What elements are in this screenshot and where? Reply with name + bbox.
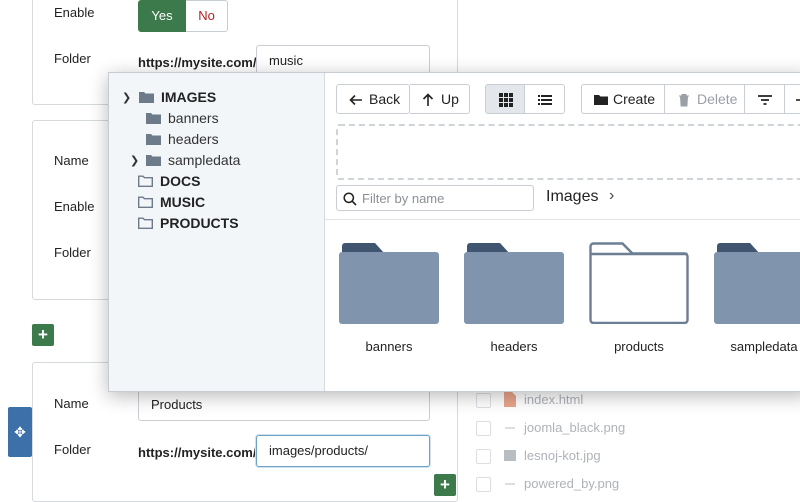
folder-name: headers — [490, 339, 538, 354]
breadcrumb[interactable]: Images — [546, 188, 598, 206]
enable-label: Enable — [54, 5, 95, 20]
folder-icon — [146, 134, 161, 145]
folder-icon — [139, 92, 154, 103]
file-name: lesnoj-kot.jpg — [524, 448, 601, 463]
enable-label: Enable — [54, 199, 95, 214]
html-file-icon — [504, 392, 516, 407]
file-checkbox[interactable] — [476, 393, 491, 408]
no-button[interactable]: No — [186, 0, 228, 32]
chevron-right-icon: › — [609, 187, 615, 204]
grid-icon — [499, 93, 513, 107]
folder-icon[interactable] — [339, 242, 439, 324]
back-button[interactable]: Back — [336, 84, 410, 114]
folder-tree: ❯ IMAGES banners headers ❯ sampledata DO… — [109, 73, 325, 391]
filter-icon — [758, 95, 772, 105]
media-manager-dialog: ❯ IMAGES banners headers ❯ sampledata DO… — [108, 72, 800, 392]
add-button[interactable]: + — [434, 474, 456, 496]
image-file-icon — [505, 427, 515, 429]
folder-icon — [146, 155, 161, 166]
more-button[interactable] — [785, 84, 800, 114]
grid-view-button[interactable] — [485, 84, 525, 114]
folder-input-3[interactable]: images/products/ — [256, 435, 430, 467]
file-checkbox[interactable] — [476, 477, 491, 492]
upload-dropzone[interactable] — [336, 124, 800, 180]
move-handle-icon[interactable]: ✥ — [8, 407, 32, 457]
filter-placeholder: Filter by name — [362, 191, 445, 206]
trash-icon — [679, 94, 689, 107]
media-browser: banners headers products sampledata — [325, 219, 800, 391]
file-name: powered_by.png — [524, 476, 620, 491]
folder-label: Folder — [54, 51, 91, 66]
create-button[interactable]: Create — [581, 84, 665, 114]
chevron-down-icon[interactable]: ❯ — [122, 91, 131, 104]
image-file-icon — [505, 483, 515, 485]
up-button[interactable]: Up — [410, 84, 470, 114]
folder-outline-icon — [138, 175, 153, 187]
folder-prefix: https://mysite.com/ — [138, 55, 257, 70]
media-main-pane: Back Up Create Delete Filter by name Ima… — [325, 73, 800, 391]
folder-icon — [146, 113, 161, 124]
file-name: index.html — [524, 392, 584, 407]
folder-outline-icon — [138, 196, 153, 208]
sort-button[interactable] — [745, 84, 785, 114]
folder-prefix: https://mysite.com/ — [138, 445, 257, 460]
name-input[interactable]: Products — [138, 389, 430, 421]
chevron-right-icon[interactable]: ❯ — [130, 154, 139, 167]
folder-name: sampledata — [730, 339, 798, 354]
list-icon — [538, 95, 552, 105]
folder-plus-icon — [594, 95, 608, 105]
image-file-icon — [504, 450, 516, 461]
list-view-button[interactable] — [525, 84, 565, 114]
arrow-icon — [796, 99, 800, 101]
name-label: Name — [54, 396, 89, 411]
arrow-left-icon — [349, 94, 362, 106]
folder-outline-icon — [138, 217, 153, 229]
file-checkbox[interactable] — [476, 421, 491, 436]
arrow-up-icon — [422, 93, 434, 106]
folder-icon[interactable] — [464, 242, 564, 324]
folder-outline-icon[interactable] — [589, 242, 689, 324]
folder-label: Folder — [54, 442, 91, 457]
file-name: joomla_black.png — [524, 420, 626, 435]
yes-button[interactable]: Yes — [138, 0, 186, 32]
file-checkbox[interactable] — [476, 449, 491, 464]
delete-button[interactable]: Delete — [665, 84, 745, 114]
filter-input[interactable]: Filter by name — [336, 185, 534, 211]
name-label: Name — [54, 153, 89, 168]
folder-label: Folder — [54, 245, 91, 260]
search-icon — [343, 192, 357, 206]
folder-name: products — [614, 339, 664, 354]
folder-icon[interactable] — [714, 242, 800, 324]
folder-name: banners — [365, 339, 413, 354]
add-button[interactable]: + — [32, 324, 54, 346]
